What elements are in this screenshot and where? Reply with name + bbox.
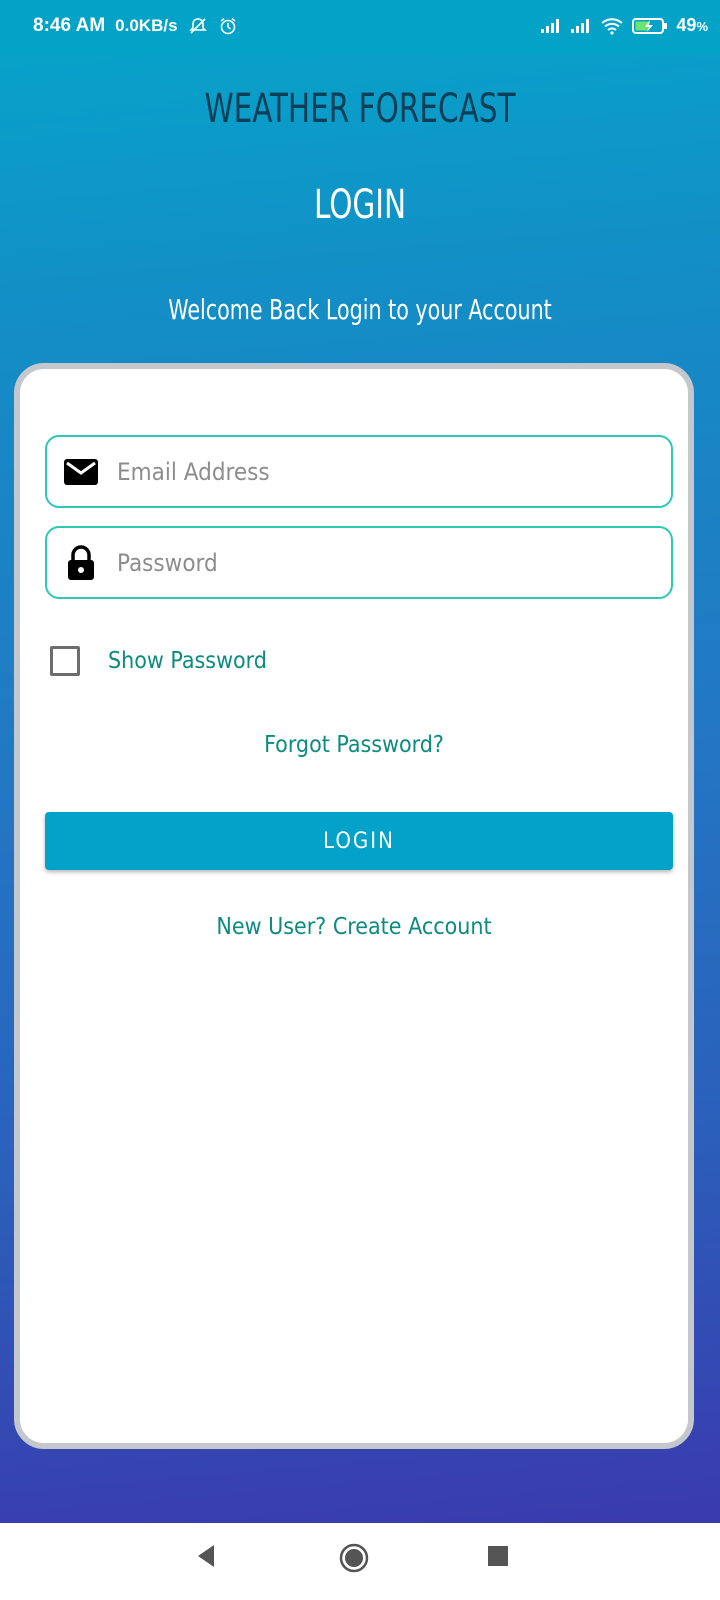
battery-percent-suffix: % [696, 19, 708, 34]
show-password-checkbox[interactable] [50, 646, 80, 676]
battery-charging-icon [632, 17, 668, 35]
network-speed: 0.0KB/s [115, 16, 178, 35]
signal-icon [540, 18, 562, 34]
home-icon[interactable] [339, 1543, 369, 1578]
app-title: WEATHER FORECAST [204, 86, 516, 132]
battery-percent: 49% [676, 15, 708, 36]
lock-icon [61, 544, 101, 581]
password-input[interactable] [115, 547, 659, 578]
password-field[interactable] [45, 526, 673, 599]
forgot-password-link[interactable]: Forgot Password? [20, 732, 688, 758]
status-right: 49% [540, 15, 708, 36]
navigation-bar [0, 1523, 720, 1600]
show-password-label[interactable]: Show Password [108, 648, 267, 674]
signal-icon [570, 18, 592, 34]
show-password-row[interactable]: Show Password [50, 646, 267, 676]
app-background: 8:46 AM 0.0KB/s 49% WEATHER FORECAST LOG… [0, 0, 720, 1523]
welcome-subtitle: Welcome Back Login to your Account [168, 293, 552, 326]
email-input[interactable] [115, 456, 659, 487]
mail-icon [61, 458, 101, 485]
battery-percent-value: 49 [676, 15, 697, 35]
login-card: Show Password Forgot Password? LOGIN New… [14, 363, 694, 1449]
status-bar: 8:46 AM 0.0KB/s 49% [0, 0, 720, 54]
back-icon[interactable] [194, 1543, 218, 1574]
status-left: 8:46 AM 0.0KB/s [33, 15, 238, 37]
mute-notification-icon [188, 16, 208, 36]
login-button[interactable]: LOGIN [45, 812, 673, 870]
create-account-link[interactable]: New User? Create Account [20, 914, 688, 940]
page-title: LOGIN [313, 182, 407, 228]
recents-icon[interactable] [487, 1545, 509, 1572]
status-time: 8:46 AM [33, 15, 106, 36]
email-field[interactable] [45, 435, 673, 508]
wifi-icon [600, 17, 624, 35]
alarm-icon [218, 16, 238, 36]
